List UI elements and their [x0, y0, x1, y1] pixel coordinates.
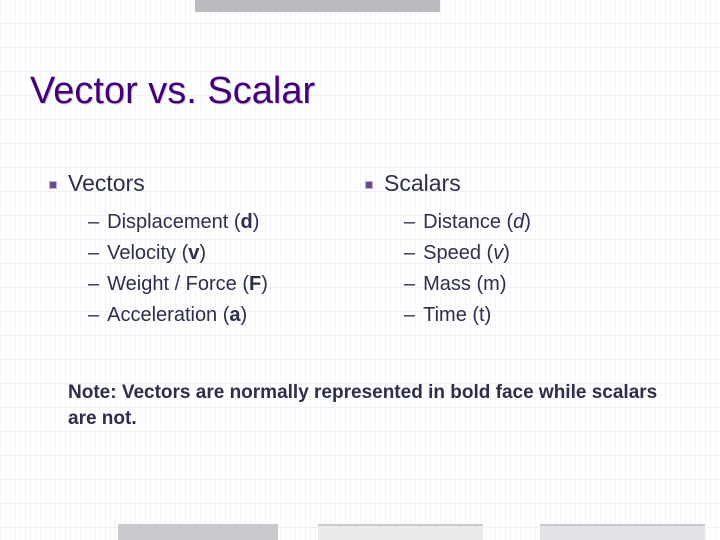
decor-bar — [540, 524, 705, 540]
item-text: Time (t) — [423, 304, 491, 327]
item-text: Acceleration (a) — [107, 304, 247, 327]
item-text: Distance (d) — [423, 211, 531, 234]
dash-icon: – — [88, 304, 99, 327]
item-text: Weight / Force (F) — [107, 273, 268, 296]
dash-icon: – — [404, 273, 415, 296]
footnote: Note: Vectors are normally represented i… — [68, 380, 680, 431]
decor-bar — [118, 524, 278, 540]
bottom-decor — [0, 518, 720, 540]
scalars-heading: Scalars — [384, 170, 461, 197]
vectors-heading-row: Vectors — [50, 170, 364, 197]
bullet-icon — [50, 182, 56, 188]
decor-bar — [195, 0, 440, 12]
list-item: – Distance (d) — [404, 211, 680, 234]
decor-bar — [318, 524, 483, 540]
dash-icon: – — [404, 211, 415, 234]
item-text: Displacement (d) — [107, 211, 259, 234]
list-item: – Velocity (v) — [88, 242, 364, 265]
list-item: – Acceleration (a) — [88, 304, 364, 327]
scalars-heading-row: Scalars — [366, 170, 680, 197]
top-decor — [0, 0, 720, 14]
list-item: – Mass (m) — [404, 273, 680, 296]
item-text: Speed (v) — [423, 242, 510, 265]
list-item: – Speed (v) — [404, 242, 680, 265]
slide-title: Vector vs. Scalar — [30, 70, 315, 113]
dash-icon: – — [88, 273, 99, 296]
item-text: Mass (m) — [423, 273, 506, 296]
content-columns: Vectors – Displacement (d) – Velocity (v… — [50, 170, 680, 335]
dash-icon: – — [88, 211, 99, 234]
vectors-heading: Vectors — [68, 170, 145, 197]
bullet-icon — [366, 182, 372, 188]
dash-icon: – — [88, 242, 99, 265]
slide: Vector vs. Scalar Vectors – Displacement… — [0, 0, 720, 540]
dash-icon: – — [404, 242, 415, 265]
dash-icon: – — [404, 304, 415, 327]
list-item: – Displacement (d) — [88, 211, 364, 234]
list-item: – Time (t) — [404, 304, 680, 327]
vectors-column: Vectors – Displacement (d) – Velocity (v… — [50, 170, 364, 335]
item-text: Velocity (v) — [107, 242, 206, 265]
list-item: – Weight / Force (F) — [88, 273, 364, 296]
scalars-column: Scalars – Distance (d) – Speed (v) – Mas… — [366, 170, 680, 335]
